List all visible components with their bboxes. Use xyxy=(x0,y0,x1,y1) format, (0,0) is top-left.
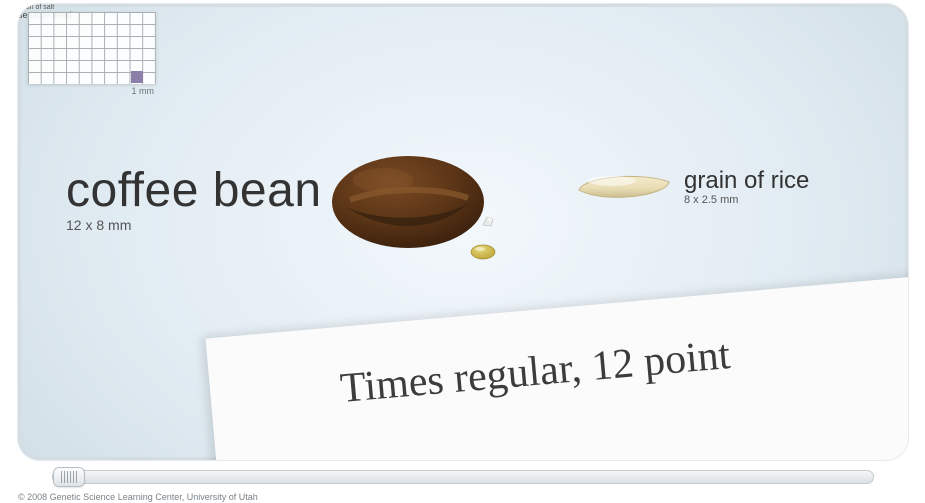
credit-line: © 2008 Genetic Science Learning Center, … xyxy=(18,492,258,502)
salt-graphic xyxy=(481,214,495,232)
salt-label: grain of salt xyxy=(18,4,908,11)
ruler-unit-square xyxy=(131,71,143,83)
zoom-slider-track[interactable] xyxy=(52,470,874,484)
rice-label: grain of rice 8 x 2.5 mm xyxy=(684,168,809,207)
viewport-stage: 1 mm coffee bean 12 x 8 mm xyxy=(18,4,908,460)
ruler-unit-label: 1 mm xyxy=(28,86,156,96)
scale-ruler xyxy=(28,12,156,84)
salt-name: grain of salt xyxy=(18,4,908,11)
paper-sample-text: Times regular, 12 point xyxy=(338,331,732,413)
coffee-bean-label: coffee bean 12 x 8 mm xyxy=(66,166,322,233)
coffee-bean-name: coffee bean xyxy=(66,166,322,216)
rice-graphic xyxy=(574,170,674,209)
rice-dim: 8 x 2.5 mm xyxy=(684,195,809,207)
coffee-bean-graphic xyxy=(328,152,488,257)
coffee-bean-dim: 12 x 8 mm xyxy=(66,218,322,233)
zoom-slider-thumb[interactable] xyxy=(54,468,84,486)
sesame-graphic xyxy=(470,244,496,265)
paper-sheet: Times regular, 12 point xyxy=(206,271,908,460)
rice-name: grain of rice xyxy=(684,168,809,193)
